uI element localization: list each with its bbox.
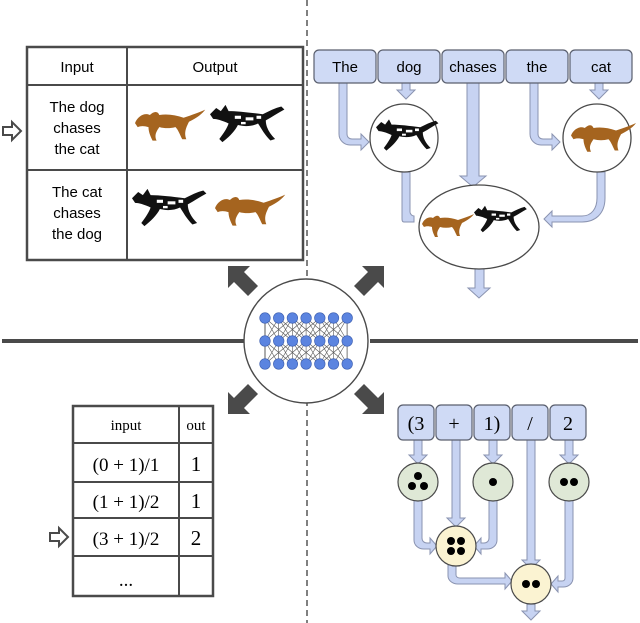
neural-network-hub [228, 266, 384, 414]
neuron [286, 335, 299, 347]
header-output: Output [192, 59, 238, 76]
node-result [510, 563, 552, 605]
language-parse-tree: The dog chases the cat [313, 49, 636, 299]
flow-arrow [588, 81, 610, 100]
neuron [314, 358, 326, 370]
row2-input-line2: chases [53, 205, 101, 222]
arrow-up-left-icon [228, 266, 258, 296]
neuron [341, 335, 353, 347]
arrow-down-left-icon [228, 384, 258, 414]
flow-arrow [550, 499, 574, 594]
flow-arrow [413, 499, 438, 556]
diagram-canvas: Input Output The dog chases the cat The … [2, 0, 638, 623]
header-input: Input [60, 59, 94, 76]
row-input: (1 + 1)/2 [93, 492, 160, 513]
quantity-dot [570, 478, 578, 486]
neuron [259, 358, 271, 370]
token-label: + [448, 413, 459, 435]
language-example-table: Input Output The dog chases the cat The … [2, 45, 305, 262]
neuron [286, 312, 299, 324]
selected-row-arrow-icon [2, 119, 23, 143]
flow-arrow [520, 439, 542, 570]
flow-arrow [401, 171, 415, 223]
token-label: (3 [408, 413, 425, 435]
node-three [397, 462, 439, 502]
quantity-dot [457, 537, 465, 545]
arithmetic-parse-tree: (3 +1) / 2 [397, 404, 590, 621]
token-label: the [527, 59, 548, 76]
header-input: input [111, 418, 143, 434]
quantity-dot [447, 547, 455, 555]
flow-arrow [458, 81, 488, 188]
neuron [259, 335, 271, 347]
node-sum [435, 525, 477, 567]
token-label: dog [396, 59, 421, 76]
row1-input-line1: The dog [49, 99, 104, 116]
row2-input-line1: The cat [52, 184, 103, 201]
quantity-dot [560, 478, 568, 486]
neuron [327, 358, 340, 370]
selected-row-arrow-icon [49, 525, 70, 549]
flow-arrow [543, 171, 606, 229]
neuron [273, 358, 285, 370]
neuron [327, 312, 340, 324]
token-label: The [332, 59, 358, 76]
token-label: chases [449, 59, 497, 76]
dog-node [369, 103, 439, 173]
flow-arrow [445, 439, 467, 528]
neuron [300, 335, 312, 347]
header-out: out [186, 418, 206, 434]
quantity-dot [532, 580, 540, 588]
neuron [314, 312, 326, 324]
quantity-dot [457, 547, 465, 555]
token-label: 1) [484, 413, 501, 435]
flow-arrow [520, 602, 542, 621]
flow-arrow [407, 439, 429, 465]
neuron [327, 335, 340, 347]
row-out: 2 [191, 526, 202, 550]
neuron [341, 358, 353, 370]
node-two [548, 462, 590, 502]
arrow-up-right-icon [354, 266, 384, 296]
quantity-dot [408, 482, 416, 490]
row-input: (3 + 1)/2 [93, 529, 160, 550]
row-out: 1 [191, 489, 202, 513]
neuron [273, 312, 285, 324]
row1-input-line2: chases [53, 120, 101, 137]
quantity-dot [522, 580, 530, 588]
quantity-dot [447, 537, 455, 545]
quantity-dot [420, 482, 428, 490]
flow-arrow [466, 267, 492, 299]
neuron [259, 312, 271, 324]
neuron [286, 358, 299, 370]
row1-input-line3: the cat [54, 141, 100, 158]
arithmetic-example-table: input out (0 + 1)/1 1 (1 + 1)/2 1 (3 + 1… [49, 404, 215, 598]
row-out: 1 [191, 452, 202, 476]
neuron [300, 312, 312, 324]
neuron [314, 335, 326, 347]
flow-arrow [558, 439, 580, 465]
token-label: cat [591, 59, 612, 76]
flow-arrow [395, 81, 417, 100]
neuron [273, 335, 285, 347]
token-label: 2 [563, 413, 573, 435]
row-ellipsis: ... [119, 570, 133, 591]
flow-arrow [338, 81, 370, 152]
token-label: / [527, 413, 533, 435]
neuron [300, 358, 312, 370]
flow-arrow [529, 81, 561, 152]
flow-arrow [482, 439, 504, 465]
quantity-dot [489, 478, 497, 486]
row-input: (0 + 1)/1 [93, 455, 160, 476]
arrow-down-right-icon [354, 384, 384, 414]
flow-arrow [447, 564, 513, 591]
flow-arrow [473, 499, 498, 556]
neuron [341, 312, 353, 324]
row2-input-line3: the dog [52, 226, 102, 243]
quantity-dot [414, 472, 422, 480]
